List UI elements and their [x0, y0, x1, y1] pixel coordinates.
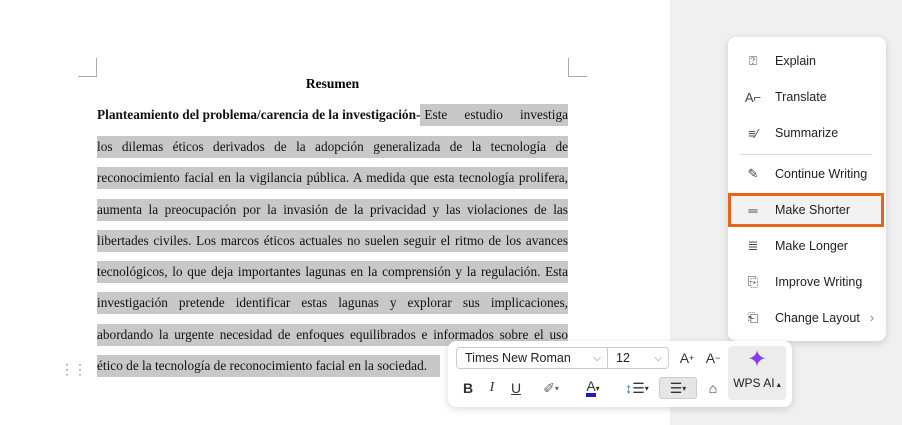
menu-divider	[740, 154, 872, 155]
translate-icon: A⌐	[744, 89, 762, 105]
section-heading: Planteamiento del problema/carencia de l…	[97, 107, 421, 122]
highlight-button[interactable]: ✐ ▾	[534, 377, 568, 399]
menu-item-continue-writing[interactable]: ✎ Continue Writing	[736, 160, 880, 188]
underline-button[interactable]: U	[506, 377, 526, 399]
drag-handle-icon[interactable]: ⋮⋮	[60, 362, 87, 376]
bold-button[interactable]: B	[458, 377, 478, 399]
menu-item-explain[interactable]: ⍰ Explain	[736, 47, 880, 75]
summarize-icon: ≡⁄	[748, 125, 758, 141]
menu-item-change-layout[interactable]: ⎗ Change Layout ›	[736, 304, 880, 332]
floating-toolbar: Times New Roman ⌵ 12 ⌵ A + A − B I U ✐ ▾ A ▾ ↕…	[448, 341, 792, 407]
explain-icon: ⍰	[749, 53, 757, 68]
font-size-select[interactable]: 12 ⌵	[607, 347, 669, 369]
menu-item-make-longer[interactable]: ≣ Make Longer	[736, 232, 880, 260]
document-title: Resumen	[305, 76, 360, 91]
text-line[interactable]: libertades civiles. Los marcos éticos ac…	[97, 230, 568, 252]
make-longer-icon: ≣	[747, 238, 759, 253]
menu-item-make-shorter[interactable]: ═ Make Shorter	[728, 193, 884, 227]
menu-item-translate[interactable]: A⌐ Translate	[736, 83, 880, 111]
ai-menu: ⍰ Explain A⌐ Translate ≡⁄ Summarize ✎ Contin…	[728, 37, 886, 341]
margin-corner	[78, 58, 97, 77]
text-line[interactable]: ético de la tecnología de reconocimiento…	[97, 355, 440, 377]
wps-ai-star-icon: ✦	[746, 346, 768, 373]
chevron-down-icon: ⌵	[593, 352, 601, 364]
chevron-right-icon: ›	[869, 311, 874, 325]
layout-icon: ⎗	[747, 310, 759, 325]
font-color-button[interactable]: A ▾	[576, 377, 610, 399]
italic-button[interactable]: I	[482, 377, 502, 399]
menu-item-summarize[interactable]: ≡⁄ Summarize	[736, 119, 880, 147]
text-line[interactable]: investigación pretende identificar estas…	[97, 292, 568, 314]
format-painter-button[interactable]: ⌂	[702, 377, 724, 399]
font-family-select[interactable]: Times New Roman ⌵	[456, 347, 608, 369]
margin-corner	[568, 58, 587, 77]
text-line[interactable]: los dilemas éticos derivados de la adopc…	[97, 136, 568, 158]
pen-icon: ✎	[747, 166, 759, 181]
decrease-font-button[interactable]: A −	[702, 347, 724, 369]
selected-text[interactable]: Este estudio investiga	[420, 104, 568, 126]
improve-icon: ⎘	[747, 274, 759, 289]
text-line[interactable]: aumenta la preocupación por la invasión …	[97, 199, 568, 221]
paragraph-first-line[interactable]: Planteamiento del problema/carencia de l…	[97, 104, 568, 126]
wps-ai-button[interactable]: ✦ WPS AI ▴	[728, 346, 786, 400]
text-line[interactable]: tecnológicos, lo que deja importantes la…	[97, 261, 568, 283]
increase-font-button[interactable]: A +	[676, 347, 698, 369]
make-shorter-icon: ═	[748, 202, 758, 218]
chevron-down-icon: ⌵	[654, 352, 662, 364]
text-line[interactable]: reconocimiento facial en la vigilancia p…	[97, 167, 568, 189]
align-button[interactable]: ☰ ▾	[659, 377, 697, 399]
menu-item-improve-writing[interactable]: ⎘ Improve Writing	[736, 268, 880, 296]
line-spacing-button[interactable]: ↕ ☰ ▾	[620, 377, 654, 399]
